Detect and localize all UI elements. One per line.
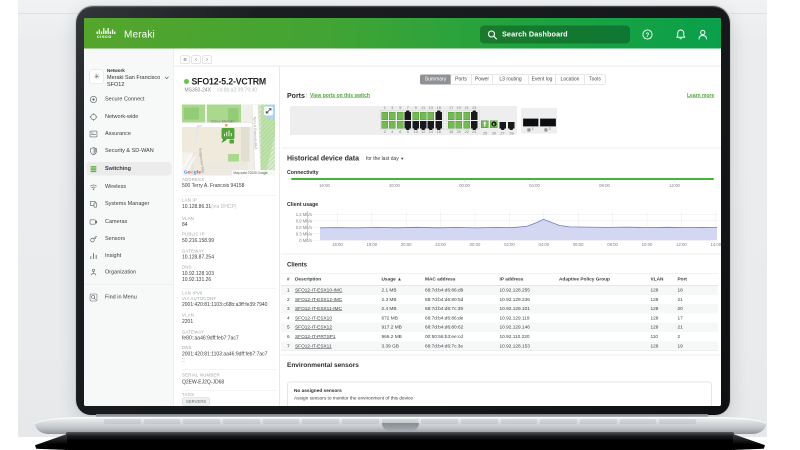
svg-text:Cisco Meraki: Cisco Meraki [211,118,234,123]
svg-text:cisco: cisco [97,33,112,37]
svg-text:Map data ©2025 Google: Map data ©2025 Google [234,171,269,175]
svg-text:e: e [198,170,201,175]
svg-text:?: ? [646,32,650,38]
